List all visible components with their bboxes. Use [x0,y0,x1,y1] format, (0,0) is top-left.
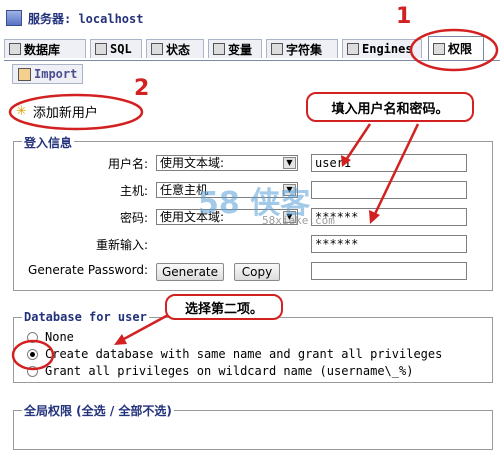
retype-label: 重新输入: [95,238,148,252]
password-label: 密码: [119,211,148,225]
database-legend: Database for user [22,310,149,324]
status-icon [151,43,163,55]
server-icon [6,10,22,26]
tab-label: Engines [362,42,413,56]
watermark-url: 58xiake.com [262,214,335,227]
server-header: 服务器: localhost [6,8,143,28]
generated-password-input[interactable] [311,262,467,280]
username-mode-select[interactable]: 使用文本域: ▼ [156,155,298,171]
charset-icon [271,43,283,55]
add-user-label: 添加新用户 [32,106,98,121]
credentials-callout: 填入用户名和密码。 [306,92,474,122]
tab-label: 变量 [228,42,253,57]
tab-label: 数据库 [24,42,61,57]
tab-label: 权限 [448,42,473,56]
tab-variables[interactable]: 变量 [208,39,262,58]
username-input[interactable]: user1 [311,154,467,172]
global-privileges-legend[interactable]: 全局权限 (全选 / 全部不选) [22,402,174,419]
option-create-database-label: Create database with same name and grant… [45,347,443,361]
generate-button[interactable]: Generate [156,263,224,281]
retype-password-input[interactable]: ****** [311,235,467,253]
tab-databases[interactable]: 数据库 [4,39,86,58]
step-number-2: 2 [134,76,150,101]
login-info-legend: 登入信息 [22,134,75,151]
tab-privileges[interactable]: 权限 [428,36,484,60]
variables-icon [213,43,225,55]
host-input[interactable] [311,181,467,199]
step-number-1: 1 [396,4,412,29]
tab-label: SQL [110,42,132,56]
engines-icon [347,43,359,55]
database-icon [9,43,21,55]
option-callout: 选择第二项。 [165,294,283,320]
sql-icon [95,43,107,55]
tab-bar: 数据库 SQL 状态 变量 字符集 Engines 权限 [4,36,500,61]
add-user-icon: ✳ [16,104,27,119]
radio-none[interactable] [27,332,38,343]
radio-wildcard[interactable] [27,366,38,377]
tab-sql[interactable]: SQL [90,39,142,58]
host-label: 主机: [119,184,148,198]
import-icon [18,67,31,81]
option-none-label: None [45,330,74,344]
username-label: 用户名: [107,157,148,171]
server-label[interactable]: 服务器: localhost [28,10,143,27]
chevron-down-icon: ▼ [283,157,296,169]
privileges-icon [433,42,445,55]
tab-import[interactable]: Import [12,64,84,84]
generate-password-label: Generate Password: [28,263,148,277]
option-wildcard-label: Grant all privileges on wildcard name (u… [45,364,414,378]
tab-charsets[interactable]: 字符集 [266,39,338,58]
copy-button[interactable]: Copy [234,263,280,281]
tab-label: Import [34,67,78,81]
tab-status[interactable]: 状态 [146,39,204,58]
tab-label: 状态 [166,42,191,57]
radio-create-database[interactable] [27,349,38,360]
add-user-link[interactable]: ✳ 添加新用户 [16,102,98,121]
tab-label: 字符集 [286,42,323,57]
tab-engines[interactable]: Engines [342,39,422,58]
select-value: 使用文本域: [160,156,225,170]
